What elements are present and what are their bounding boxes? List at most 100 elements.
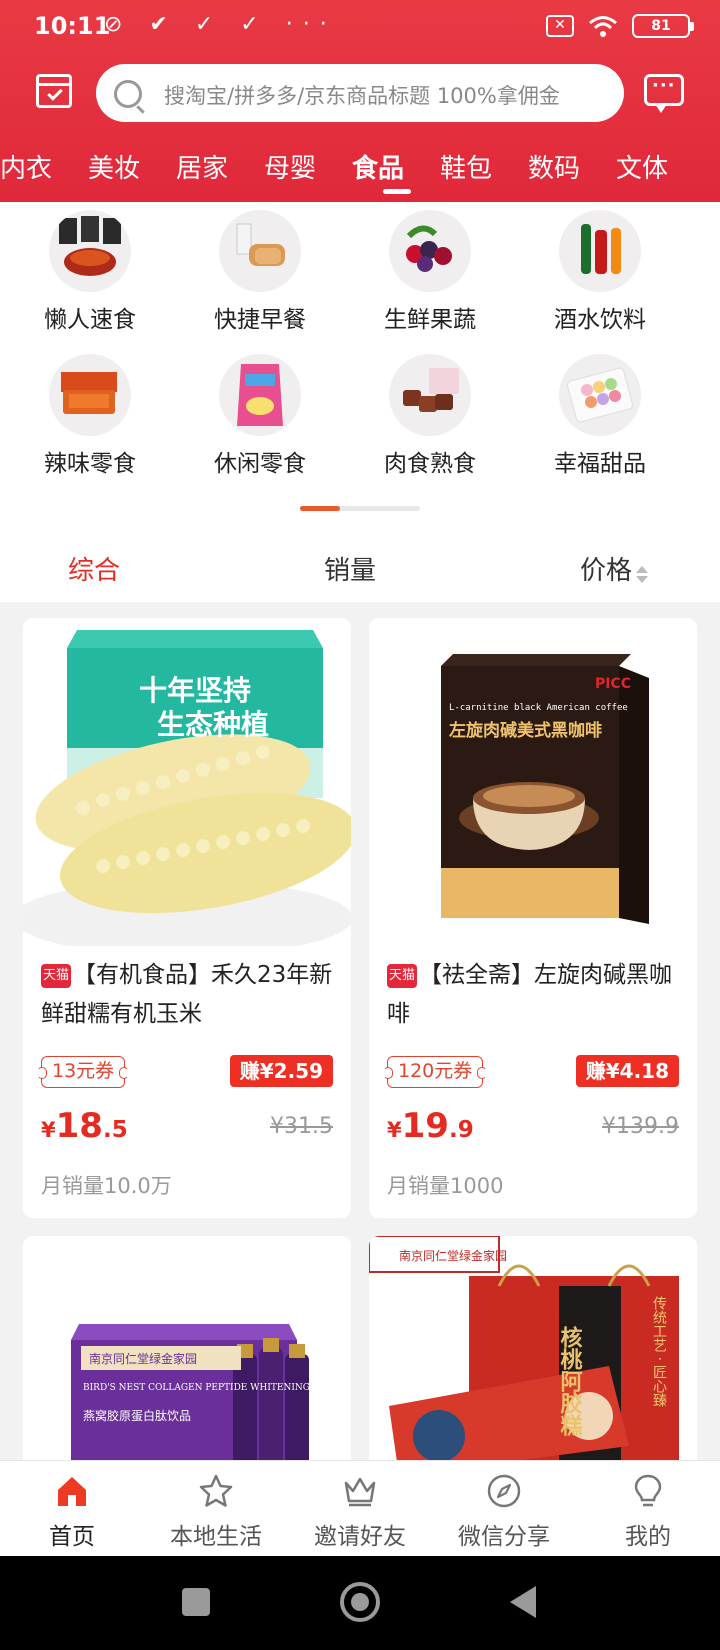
nav-home[interactable]: 首页 — [0, 1461, 144, 1557]
subcat-label: 休闲零食 — [214, 451, 306, 477]
status-time: 10:11 — [34, 12, 111, 40]
tab-home[interactable]: 居家 — [176, 148, 228, 185]
subcat-label: 生鲜果蔬 — [384, 307, 476, 333]
tmall-badge: 天猫 — [41, 964, 71, 988]
active-tab-indicator — [383, 189, 411, 194]
subcat-drinks[interactable]: 酒水饮料 — [525, 210, 675, 334]
product-card[interactable]: 南京同仁堂绿金家园 核桃阿胶糕 传统工艺 · 匠心臻 — [369, 1236, 697, 1476]
crown-icon — [344, 1477, 376, 1507]
tab-bags[interactable]: 鞋包 — [440, 148, 492, 185]
price-decimal: .5 — [102, 1117, 128, 1143]
compass-icon — [487, 1474, 521, 1508]
subcat-dessert[interactable]: 幸福甜品 — [525, 354, 675, 478]
tab-digital[interactable]: 数码 — [528, 148, 580, 185]
category-tabs: 内衣 美妆 居家 母婴 食品 鞋包 数码 文体 — [0, 140, 720, 202]
subcat-spicy-snack[interactable]: 辣味零食 — [15, 354, 165, 478]
home-button[interactable] — [340, 1582, 380, 1622]
image-slogan: 传统工艺 · 匠心臻 — [651, 1296, 667, 1408]
price-currency: ¥ — [41, 1118, 56, 1142]
search-icon — [114, 80, 142, 108]
product-title-text: 【有机食品】禾久23年新鲜甜糯有机玉米 — [41, 962, 333, 1027]
sort-price[interactable]: 价格 — [580, 550, 649, 587]
earn-badge: 赚¥2.59 — [229, 1055, 333, 1087]
notification-icons: ⊘ ✔ ✓ ✓ ··· — [104, 12, 337, 37]
fruit-icon — [389, 210, 471, 292]
subcat-label: 懒人速食 — [44, 307, 136, 333]
nav-wechat-share[interactable]: 微信分享 — [432, 1461, 576, 1557]
subcategory-grid: 懒人速食 快捷早餐 生鲜果蔬 酒水饮料 辣味零食 休闲零食 肉食熟食 幸福甜品 … — [0, 202, 720, 602]
tab-baby[interactable]: 母婴 — [264, 148, 316, 185]
subcat-breakfast[interactable]: 快捷早餐 — [185, 210, 335, 334]
tab-underwear[interactable]: 内衣 — [0, 148, 52, 185]
coupon-badge: 120元券 — [382, 1056, 488, 1088]
subcat-label: 酒水饮料 — [554, 307, 646, 333]
image-brand: 南京同仁堂绿金家园 — [89, 1351, 197, 1366]
image-product-name: 核桃阿胶糕 — [557, 1325, 583, 1437]
earn-badge: 赚¥4.18 — [575, 1055, 679, 1087]
image-slogan-1: 十年坚持 — [139, 674, 251, 707]
product-image-birdnest: 南京同仁堂绿金家园 BIRD'S NEST COLLAGEN PEPTIDE W… — [23, 1236, 351, 1476]
subcat-fruit[interactable]: 生鲜果蔬 — [355, 210, 505, 334]
sort-sales[interactable]: 销量 — [324, 550, 376, 587]
nav-invite-friends[interactable]: 邀请好友 — [288, 1461, 432, 1557]
nav-mine[interactable]: 我的 — [576, 1461, 720, 1557]
sort-comprehensive[interactable]: 综合 — [68, 550, 120, 587]
sort-arrows-icon — [636, 565, 649, 585]
message-icon[interactable] — [644, 74, 684, 113]
instant-food-icon — [49, 210, 131, 292]
subcat-label: 辣味零食 — [44, 451, 136, 477]
image-brand: PICC — [595, 676, 631, 692]
product-card[interactable]: PICC L-carnitine black American coffee 左… — [369, 618, 697, 1218]
image-product-name: 左旋肉碱美式黑咖啡 — [449, 720, 602, 741]
tab-food[interactable]: 食品 — [352, 148, 404, 185]
back-button[interactable] — [510, 1586, 536, 1618]
original-price: ¥31.5 — [270, 1114, 333, 1139]
nav-label: 首页 — [49, 1524, 95, 1550]
bulb-icon — [634, 1474, 662, 1507]
subcat-instant-food[interactable]: 懒人速食 — [15, 210, 165, 334]
snack-icon — [219, 354, 301, 436]
nav-local-life[interactable]: 本地生活 — [144, 1461, 288, 1557]
coupon-badge: 13元券 — [36, 1056, 130, 1088]
product-card[interactable]: 十年坚持 生态种植 天猫 【有机食品】禾久23年新鲜甜糯有机玉米 13元券 赚¥2… — [23, 618, 351, 1218]
breakfast-icon — [219, 210, 301, 292]
product-card[interactable]: 南京同仁堂绿金家园 BIRD'S NEST COLLAGEN PEPTIDE W… — [23, 1236, 351, 1476]
subcat-snack[interactable]: 休闲零食 — [185, 354, 335, 478]
image-slogan-2: 生态种植 — [157, 708, 269, 741]
star-icon — [199, 1474, 233, 1507]
bottom-navigation: 首页 本地生活 邀请好友 微信分享 我的 — [0, 1460, 720, 1556]
sim-off-icon: ✕ — [546, 15, 574, 37]
drinks-icon — [559, 210, 641, 292]
sort-price-label: 价格 — [580, 556, 633, 586]
meat-icon — [389, 354, 471, 436]
price-currency: ¥ — [387, 1118, 402, 1142]
product-image-corn: 十年坚持 生态种植 — [23, 618, 351, 946]
recent-apps-button[interactable] — [182, 1588, 210, 1616]
sort-bar: 综合 销量 价格 — [0, 542, 720, 602]
search-input[interactable]: 搜淘宝/拼多多/京东商品标题 100%拿佣金 — [96, 64, 624, 122]
subcat-meat[interactable]: 肉食熟食 — [355, 354, 505, 478]
price-decimal: .9 — [448, 1117, 474, 1143]
product-price: ¥19.9 — [387, 1106, 474, 1146]
spicy-snack-icon — [49, 354, 131, 436]
monthly-sales: 月销量10.0万 — [41, 1174, 172, 1198]
product-title-text: 【祛全斋】左旋肉碱黑咖啡 — [387, 962, 672, 1027]
status-bar: 10:11 ⊘ ✔ ✓ ✓ ··· ✕ 81 — [0, 0, 720, 56]
subcat-label: 幸福甜品 — [554, 451, 646, 477]
app-header: 10:11 ⊘ ✔ ✓ ✓ ··· ✕ 81 搜淘宝/拼多多/京东商品标题 10… — [0, 0, 720, 202]
tmall-badge: 天猫 — [387, 964, 417, 988]
product-title: 天猫 【祛全斋】左旋肉碱黑咖啡 — [387, 956, 683, 1034]
nav-label: 微信分享 — [458, 1524, 550, 1550]
nav-label: 本地生活 — [170, 1524, 262, 1550]
subcat-label: 肉食熟食 — [384, 451, 476, 477]
wifi-icon — [589, 16, 617, 37]
price-integer: 18 — [55, 1106, 103, 1146]
image-brand: 南京同仁堂绿金家园 — [399, 1248, 507, 1263]
dessert-icon — [559, 354, 641, 436]
tab-beauty[interactable]: 美妆 — [88, 148, 140, 185]
page-indicator-active — [300, 506, 340, 511]
tab-stationery[interactable]: 文体 — [616, 148, 668, 185]
product-title: 天猫 【有机食品】禾久23年新鲜甜糯有机玉米 — [41, 956, 337, 1034]
subcat-label: 快捷早餐 — [214, 307, 306, 333]
calendar-checkin-icon[interactable] — [36, 74, 72, 108]
